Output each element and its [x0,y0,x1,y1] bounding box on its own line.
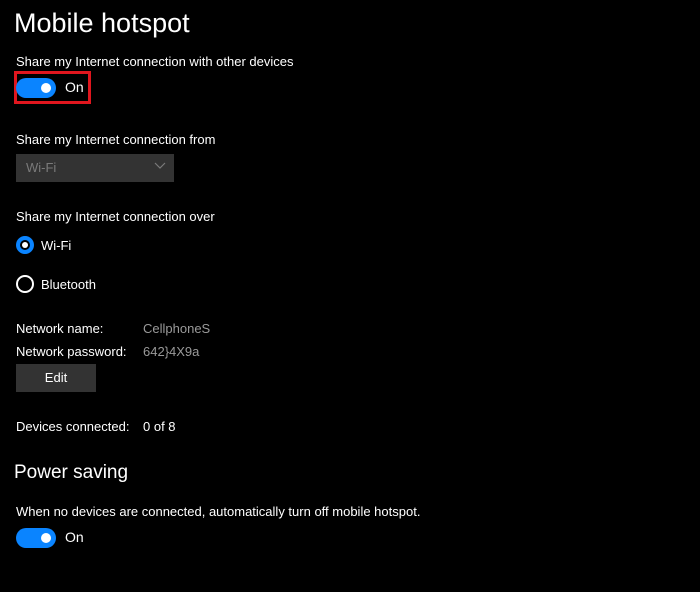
power-saving-title: Power saving [14,462,129,483]
share-connection-toggle-state: On [65,79,84,95]
devices-connected-label: Devices connected: [16,419,130,434]
share-over-label: Share my Internet connection over [16,209,215,224]
toggle-knob [41,533,51,543]
radio-bluetooth-label: Bluetooth [41,277,96,292]
radio-wifi[interactable] [16,236,34,254]
radio-dot [22,242,28,248]
network-name-value: CellphoneS [143,321,211,336]
chevron-down-icon [154,162,166,169]
network-password-label: Network password: [16,344,127,359]
share-from-dropdown[interactable]: Wi-Fi [16,154,174,182]
toggle-knob [41,83,51,93]
radio-wifi-label: Wi-Fi [41,238,72,253]
devices-connected-value: 0 of 8 [143,419,176,434]
network-name-label: Network name: [16,321,104,336]
power-saving-toggle-state: On [65,529,84,545]
power-saving-toggle[interactable] [16,528,56,548]
power-saving-description: When no devices are connected, automatic… [16,504,421,519]
radio-bluetooth[interactable] [16,275,34,293]
share-connection-toggle[interactable] [16,78,56,98]
share-from-label: Share my Internet connection from [16,132,216,147]
edit-button[interactable]: Edit [16,364,96,392]
page-title: Mobile hotspot [14,8,190,38]
share-from-selected-value: Wi-Fi [26,160,57,175]
share-connection-label: Share my Internet connection with other … [16,54,294,69]
network-password-value: 642}4X9a [143,344,200,359]
